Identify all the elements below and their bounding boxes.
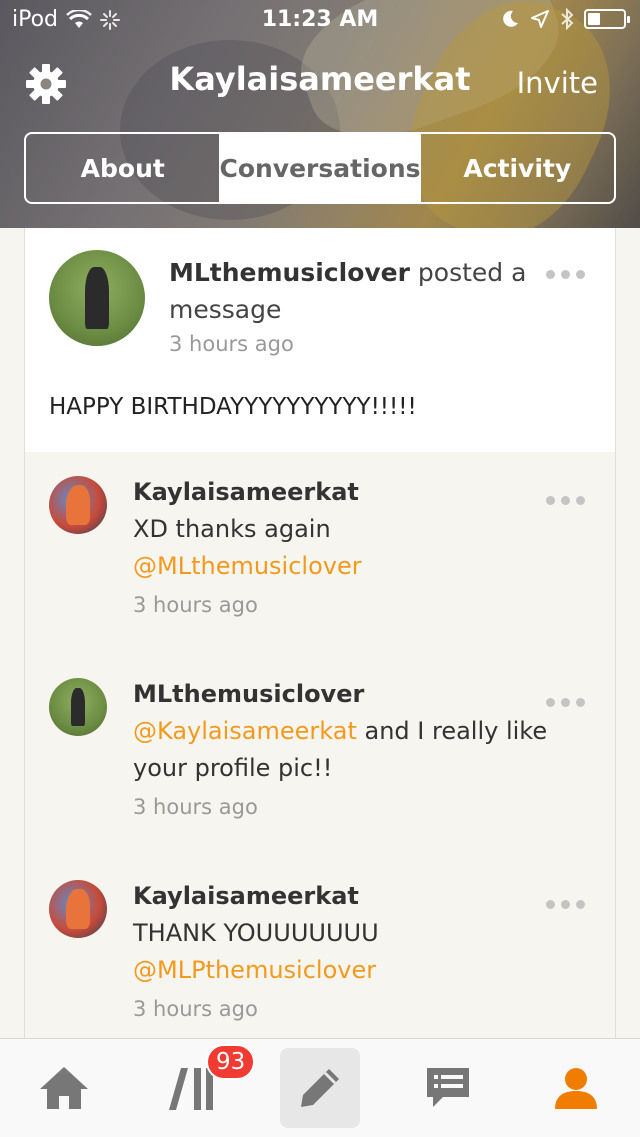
comment-item: Kaylaisameerkat XD thanks again @MLthemu…	[25, 452, 615, 654]
avatar-figure	[66, 888, 90, 930]
tab-home[interactable]	[0, 1039, 128, 1137]
profile-header: iPod 11:23 AM Kaylaisameerkat Invite Abo…	[0, 0, 640, 228]
tab-activity[interactable]: Activity	[421, 134, 614, 202]
bluetooth-icon	[561, 8, 574, 30]
avatar[interactable]	[49, 250, 145, 346]
moon-icon	[503, 10, 518, 27]
tab-about[interactable]: About	[26, 134, 219, 202]
battery-fill	[588, 13, 600, 25]
comment-text: THANK YOUUUUUUU	[133, 919, 379, 947]
mention-link[interactable]: @Kaylaisameerkat	[133, 717, 357, 745]
conversation-feed[interactable]: MLthemusiclover posted a message 3 hours…	[24, 228, 616, 1038]
chat-icon	[427, 1068, 469, 1107]
comment-timestamp: 3 hours ago	[133, 795, 258, 819]
comment-timestamp: 3 hours ago	[133, 997, 258, 1021]
post-message: HAPPY BIRTHDAYYYYYYYYYY!!!!!	[49, 394, 417, 420]
home-icon	[40, 1067, 88, 1109]
more-options-icon[interactable]	[546, 496, 585, 505]
comment-body: Kaylaisameerkat XD thanks again @MLthemu…	[133, 474, 553, 624]
tab-conversations[interactable]: Conversations	[219, 134, 421, 202]
tab-compose[interactable]	[256, 1039, 384, 1137]
tab-chats[interactable]	[384, 1039, 512, 1137]
tab-profile[interactable]	[512, 1039, 640, 1137]
bottom-tab-bar	[0, 1038, 640, 1137]
status-bar: iPod 11:23 AM	[0, 0, 640, 40]
comment-username[interactable]: Kaylaisameerkat	[133, 474, 553, 511]
notification-badge: 93	[206, 1044, 256, 1080]
status-right	[500, 8, 630, 30]
comment-body: Kaylaisameerkat THANK YOUUUUUUU @MLPthem…	[133, 878, 553, 1028]
post-timestamp: 3 hours ago	[169, 332, 294, 356]
comment-username[interactable]: MLthemusiclover	[133, 676, 553, 713]
post-header: MLthemusiclover posted a message	[169, 254, 529, 328]
profile-icon	[555, 1068, 597, 1109]
avatar[interactable]	[49, 678, 107, 736]
comment-item: Kaylaisameerkat THANK YOUUUUUUU @MLPthem…	[25, 856, 615, 1038]
comment-username[interactable]: Kaylaisameerkat	[133, 878, 553, 915]
avatar[interactable]	[49, 880, 107, 938]
segmented-tabs: About Conversations Activity	[24, 132, 616, 204]
mention-link[interactable]: @MLthemusiclover	[133, 552, 362, 580]
battery-icon	[584, 9, 630, 29]
avatar-figure	[85, 267, 109, 329]
more-options-icon[interactable]	[546, 698, 585, 707]
avatar-figure	[66, 484, 90, 526]
post-username[interactable]: MLthemusiclover	[169, 258, 410, 287]
comment-body: MLthemusiclover @Kaylaisameerkat and I r…	[133, 676, 553, 826]
avatar[interactable]	[49, 476, 107, 534]
compose-highlight	[280, 1048, 360, 1128]
comment-item: MLthemusiclover @Kaylaisameerkat and I r…	[25, 654, 615, 856]
comment-text: XD thanks again	[133, 515, 331, 543]
wall-post: MLthemusiclover posted a message 3 hours…	[25, 228, 615, 452]
avatar-figure	[71, 688, 85, 726]
more-options-icon[interactable]	[546, 270, 585, 279]
mention-link[interactable]: @MLPthemusiclover	[133, 956, 376, 984]
invite-button[interactable]: Invite	[517, 66, 598, 100]
compose-icon	[301, 1069, 339, 1107]
comment-timestamp: 3 hours ago	[133, 593, 258, 617]
location-arrow-icon	[531, 10, 549, 28]
more-options-icon[interactable]	[546, 900, 585, 909]
